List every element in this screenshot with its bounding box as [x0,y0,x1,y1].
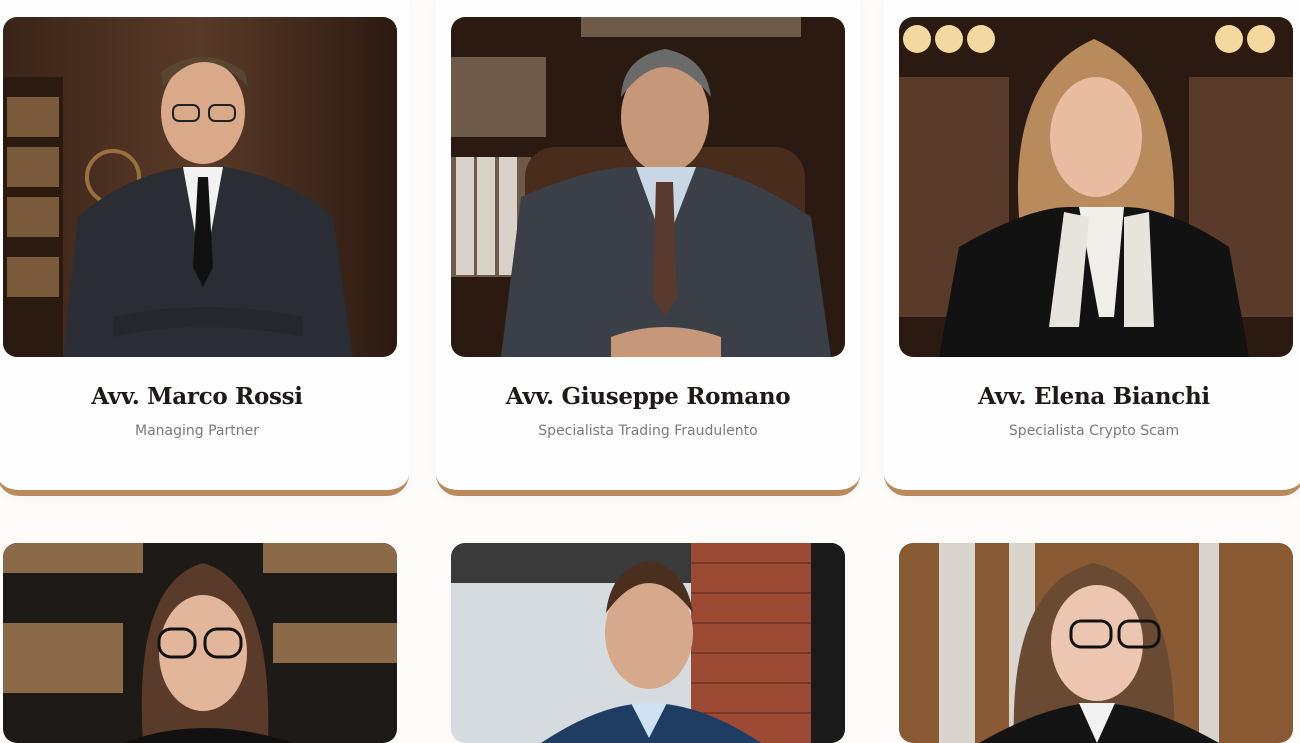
team-photo-row2-2 [451,543,845,743]
portrait-image [451,543,845,743]
team-photo-row2-1 [3,543,397,743]
portrait-image [451,17,845,357]
member-role: Specialista Crypto Scam [1008,423,1180,439]
portrait-image [899,543,1293,743]
member-role: Managing Partner [135,423,259,439]
portrait-image [3,17,397,357]
team-card-giuseppe-romano: Avv. Giuseppe Romano Specialista Trading… [436,0,860,496]
member-name: Avv. Giuseppe Romano [505,383,791,410]
team-card-elena-bianchi: Avv. Elena Bianchi Specialista Crypto Sc… [884,0,1300,496]
member-name: Avv. Marco Rossi [91,383,303,410]
team-photo-row2-3 [899,543,1293,743]
member-name: Avv. Elena Bianchi [978,383,1210,410]
team-photo-marco-rossi [3,17,397,357]
team-card-marco-rossi: Avv. Marco Rossi Managing Partner [0,0,409,496]
team-photo-elena-bianchi [899,17,1293,357]
portrait-image [899,17,1293,357]
portrait-image [3,543,397,743]
team-photo-giuseppe-romano [451,17,845,357]
member-role: Specialista Trading Fraudulento [538,423,758,439]
